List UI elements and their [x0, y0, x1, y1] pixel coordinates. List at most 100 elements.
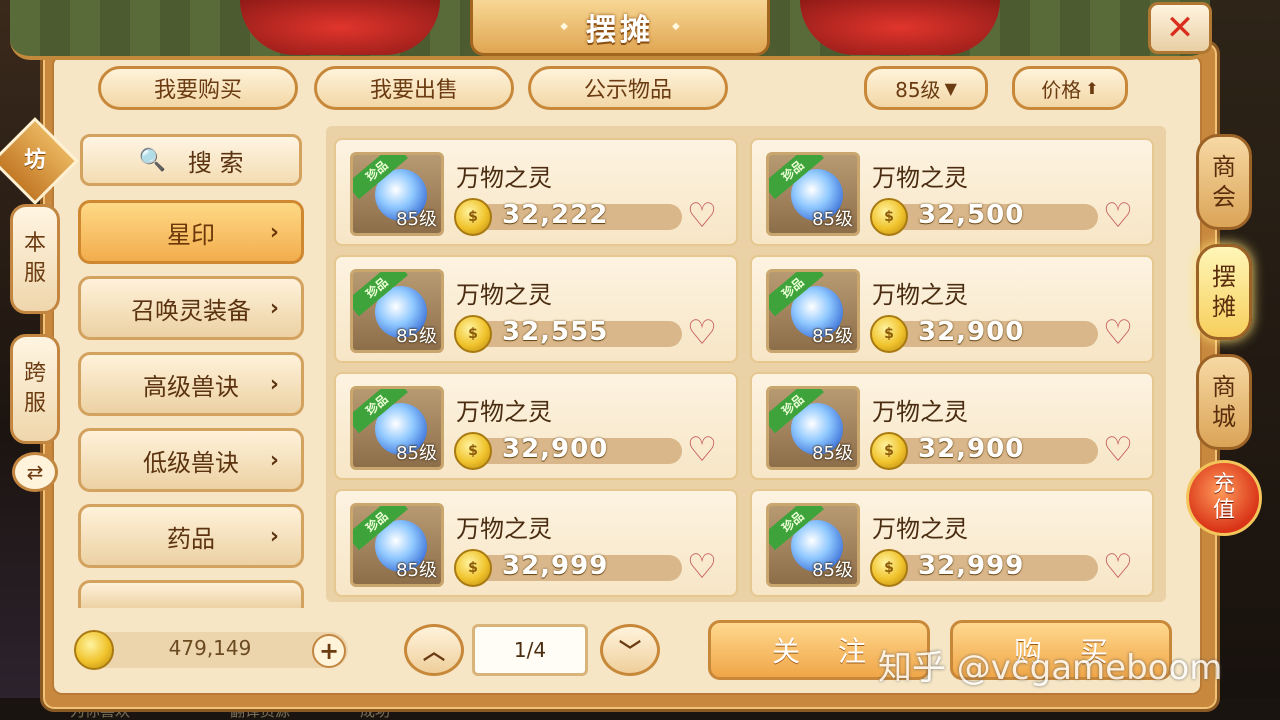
- coin-icon: $: [870, 315, 908, 353]
- search-button[interactable]: 🔍 搜 索: [80, 134, 302, 186]
- item-name: 万物之灵: [872, 281, 968, 309]
- chevron-right-icon: ›: [269, 371, 279, 397]
- heart-icon[interactable]: ♡: [1096, 547, 1140, 587]
- tab-sell[interactable]: 我要出售: [314, 66, 514, 110]
- heart-icon[interactable]: ♡: [680, 313, 724, 353]
- nav-label-char: 摊: [1212, 293, 1236, 321]
- page-next-button[interactable]: ﹀: [600, 624, 660, 676]
- item-price: 32,500: [918, 200, 1025, 230]
- category-label: 召唤灵装备: [131, 296, 251, 325]
- watermark: 知乎 @vcgameboom: [878, 648, 1223, 688]
- category-star-seal[interactable]: 星印 ›: [78, 200, 304, 264]
- item-thumbnail: 珍品 85级: [350, 386, 444, 470]
- item-card[interactable]: 珍品 85级 万物之灵 $ 32,900 ♡: [750, 255, 1154, 363]
- add-currency-button[interactable]: +: [312, 634, 346, 668]
- chevron-down-icon: ﹀: [618, 640, 641, 665]
- tab-cross-server[interactable]: 跨 服: [10, 334, 60, 444]
- chevron-right-icon: ›: [269, 447, 279, 473]
- nav-label-char: 会: [1212, 183, 1236, 211]
- category-partial-next[interactable]: [78, 580, 304, 608]
- item-level: 85级: [396, 443, 437, 464]
- ribbon-right-decoration: [800, 0, 1000, 55]
- item-thumbnail: 珍品 85级: [350, 269, 444, 353]
- coin-icon: $: [870, 549, 908, 587]
- close-button[interactable]: ✕: [1148, 2, 1212, 54]
- nav-label-char: 商: [1212, 373, 1236, 401]
- item-card[interactable]: 珍品 85级 万物之灵 $ 32,900 ♡: [750, 372, 1154, 480]
- coin-icon: $: [454, 315, 492, 353]
- tab-local-server-char: 服: [23, 261, 46, 286]
- category-label: 星印: [167, 220, 215, 249]
- heart-icon[interactable]: ♡: [1096, 430, 1140, 470]
- chevron-right-icon: ›: [269, 219, 279, 245]
- item-thumbnail: 珍品 85级: [766, 152, 860, 236]
- item-price: 32,900: [918, 317, 1025, 347]
- tab-cross-server-char: 服: [23, 391, 46, 416]
- item-level: 85级: [396, 560, 437, 581]
- item-name: 万物之灵: [872, 398, 968, 426]
- item-price: 32,999: [502, 551, 609, 581]
- item-card[interactable]: 珍品 85级 万物之灵 $ 32,222 ♡: [334, 138, 738, 246]
- category-advanced-skill-book[interactable]: 高级兽诀 ›: [78, 352, 304, 416]
- market-badge-label: 坊: [23, 148, 46, 173]
- item-card[interactable]: 珍品 85级 万物之灵 $ 32,500 ♡: [750, 138, 1154, 246]
- window-title: 摆摊: [586, 12, 654, 48]
- item-price: 32,900: [918, 434, 1025, 464]
- search-label: 搜 索: [187, 148, 244, 177]
- tab-local-server[interactable]: 本 服: [10, 204, 60, 314]
- nav-mall[interactable]: 商 城: [1196, 354, 1252, 450]
- heart-icon[interactable]: ♡: [680, 430, 724, 470]
- item-name: 万物之灵: [456, 281, 552, 309]
- item-card[interactable]: 珍品 85级 万物之灵 $ 32,555 ♡: [334, 255, 738, 363]
- price-sort-label: 价格: [1041, 77, 1082, 102]
- item-card[interactable]: 珍品 85级 万物之灵 $ 32,999 ♡: [334, 489, 738, 597]
- ribbon-left-decoration: [240, 0, 440, 55]
- coin-icon: $: [870, 198, 908, 236]
- recharge-label-char: 值: [1212, 498, 1235, 523]
- server-swap-button[interactable]: ⇄: [12, 452, 58, 492]
- nav-stall[interactable]: 摆 摊: [1196, 244, 1252, 340]
- heart-icon[interactable]: ♡: [1096, 196, 1140, 236]
- heart-icon[interactable]: ♡: [1096, 313, 1140, 353]
- tab-public-items[interactable]: 公示物品: [528, 66, 728, 110]
- tab-cross-server-char: 跨: [23, 361, 46, 386]
- item-price: 32,999: [918, 551, 1025, 581]
- recharge-button[interactable]: 充 值: [1186, 460, 1262, 536]
- chevron-up-icon: ︿: [422, 640, 445, 665]
- item-thumbnail: 珍品 85级: [766, 269, 860, 353]
- page-prev-button[interactable]: ︿: [404, 624, 464, 676]
- close-icon: ✕: [1165, 8, 1195, 48]
- item-name: 万物之灵: [872, 515, 968, 543]
- search-icon: 🔍: [138, 147, 166, 173]
- item-card[interactable]: 珍品 85级 万物之灵 $ 32,900 ♡: [334, 372, 738, 480]
- heart-icon[interactable]: ♡: [680, 196, 724, 236]
- chevron-right-icon: ›: [269, 523, 279, 549]
- item-level: 85级: [396, 209, 437, 230]
- coin-icon: [74, 630, 114, 670]
- category-summon-equipment[interactable]: 召唤灵装备 ›: [78, 276, 304, 340]
- nav-chamber-of-commerce[interactable]: 商 会: [1196, 134, 1252, 230]
- arrow-up-icon: ⬆: [1085, 78, 1099, 98]
- nav-label-char: 商: [1212, 153, 1236, 181]
- plus-icon: +: [318, 637, 340, 665]
- level-filter-label: 85级: [895, 77, 941, 102]
- price-sort-button[interactable]: 价格 ⬆: [1012, 66, 1128, 110]
- item-price: 32,555: [502, 317, 609, 347]
- wallet-amount: 479,149: [168, 636, 252, 660]
- title-dot-icon: ◆: [672, 21, 680, 32]
- chevron-right-icon: ›: [269, 295, 279, 321]
- coin-icon: $: [454, 198, 492, 236]
- coin-icon: $: [454, 549, 492, 587]
- item-thumbnail: 珍品 85级: [350, 152, 444, 236]
- coin-icon: $: [454, 432, 492, 470]
- heart-icon[interactable]: ♡: [680, 547, 724, 587]
- category-medicine[interactable]: 药品 ›: [78, 504, 304, 568]
- category-basic-skill-book[interactable]: 低级兽诀 ›: [78, 428, 304, 492]
- category-label: 高级兽诀: [143, 372, 239, 401]
- item-card[interactable]: 珍品 85级 万物之灵 $ 32,999 ♡: [750, 489, 1154, 597]
- category-label: 低级兽诀: [143, 448, 239, 477]
- tab-buy[interactable]: 我要购买: [98, 66, 298, 110]
- title-dot-icon: ◆: [560, 21, 568, 32]
- item-name: 万物之灵: [456, 164, 552, 192]
- level-filter-dropdown[interactable]: 85级 ▼: [864, 66, 988, 110]
